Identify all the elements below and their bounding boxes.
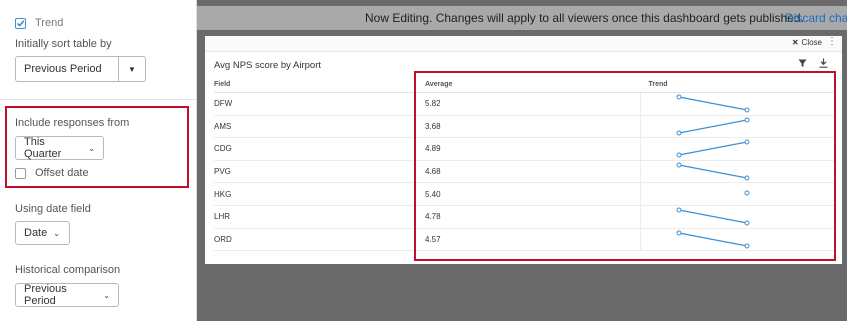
sort-dropdown-toggle[interactable]: ▼ xyxy=(118,56,146,82)
editing-message: Now Editing. Changes will apply to all v… xyxy=(365,11,804,25)
cell-field: LHR xyxy=(214,205,419,229)
table-highlight xyxy=(414,71,836,261)
close-button[interactable]: ✕ Close xyxy=(792,38,822,47)
divider xyxy=(0,99,196,100)
column-header-field[interactable]: Field xyxy=(214,76,419,93)
cell-field: HKG xyxy=(214,182,419,206)
download-icon[interactable] xyxy=(819,58,828,71)
widget-title: Avg NPS score by Airport xyxy=(214,60,322,71)
trend-checkbox-label: Trend xyxy=(35,17,64,29)
kebab-menu-icon[interactable]: ⋮ xyxy=(827,36,837,47)
cell-field: PVG xyxy=(214,160,419,184)
sort-dropdown[interactable]: Previous Period xyxy=(15,56,119,82)
historical-comparison-dropdown[interactable]: Previous Period ⌄ xyxy=(15,283,119,307)
widget-close-bar: ✕ Close ⋮ xyxy=(205,36,842,52)
historical-comparison-value: Previous Period xyxy=(24,283,67,307)
close-label: Close xyxy=(801,38,822,47)
trend-checkbox[interactable] xyxy=(15,18,26,29)
date-field-value: Date xyxy=(24,227,48,239)
checkbox-checked-icon xyxy=(16,20,25,27)
sort-dropdown-value: Previous Period xyxy=(24,63,102,75)
chevron-down-icon: ⌄ xyxy=(103,290,110,300)
left-settings-panel: Trend Initially sort table by Previous P… xyxy=(0,0,197,321)
cell-field: AMS xyxy=(214,115,419,139)
chevron-down-icon: ⌄ xyxy=(53,228,60,238)
caret-down-icon: ▼ xyxy=(128,64,136,74)
sort-label: Initially sort table by xyxy=(15,38,112,50)
editing-banner: Now Editing. Changes will apply to all v… xyxy=(197,6,847,30)
cell-field: ORD xyxy=(214,228,419,252)
close-icon: ✕ xyxy=(791,38,799,47)
include-responses-highlight xyxy=(5,106,189,188)
discard-changes-link[interactable]: Discard cha xyxy=(785,11,847,25)
date-field-dropdown[interactable]: Date ⌄ xyxy=(15,221,70,245)
cell-field: CDG xyxy=(214,137,419,161)
cell-field: DFW xyxy=(214,92,419,116)
historical-comparison-label: Historical comparison xyxy=(15,264,121,276)
filter-icon[interactable] xyxy=(798,59,807,71)
date-field-label: Using date field xyxy=(15,203,91,215)
